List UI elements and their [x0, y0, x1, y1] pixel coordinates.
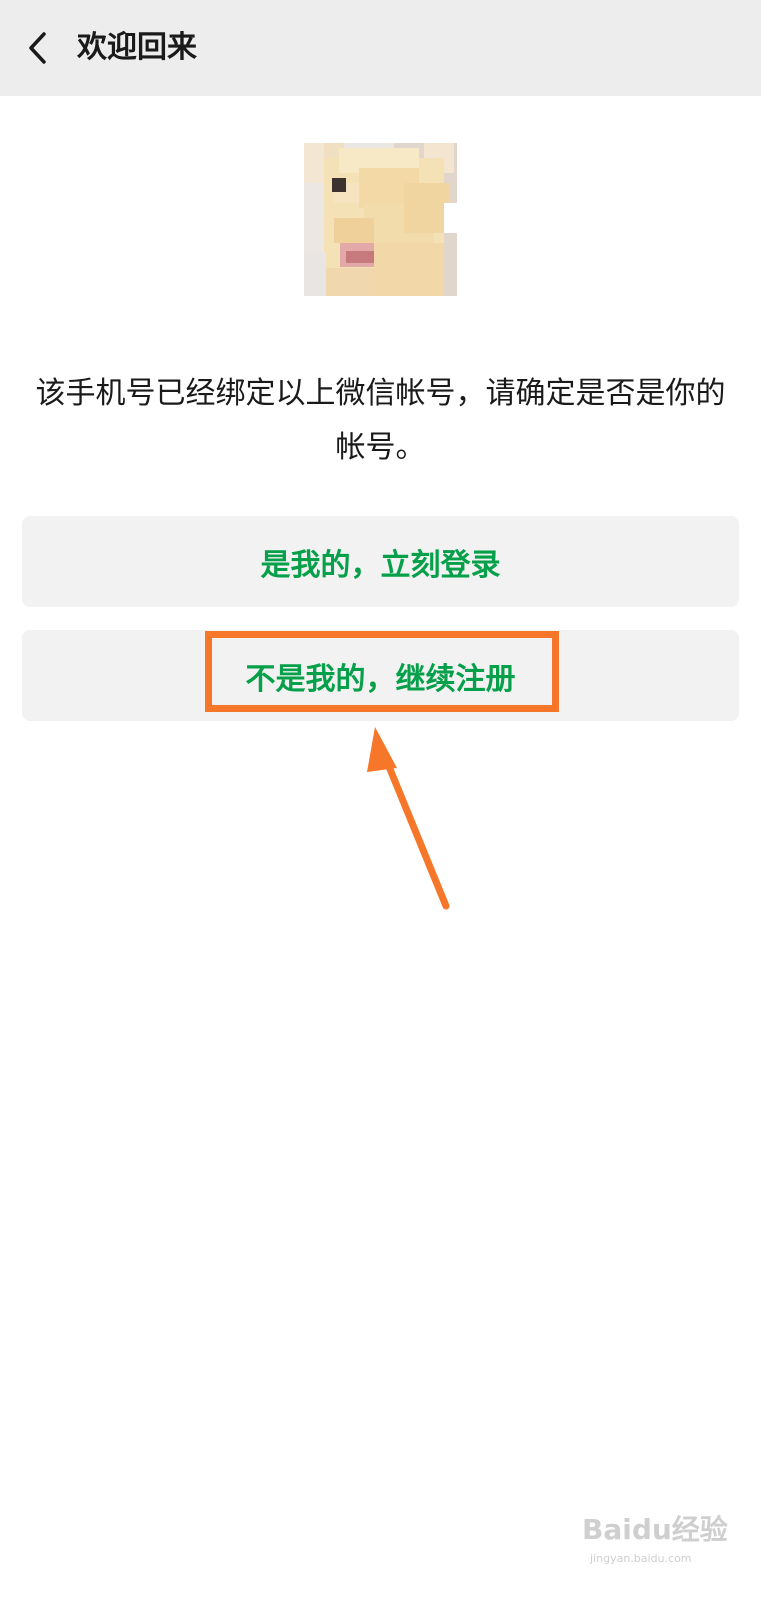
binding-message: 该手机号已经绑定以上微信帐号，请确定是否是你的帐号。 [35, 376, 726, 465]
top-bar: 欢迎回来 [0, 0, 761, 96]
page-title: 欢迎回来 [77, 30, 197, 65]
back-button[interactable] [16, 26, 60, 70]
login-button[interactable]: 是我的，立刻登录 [22, 516, 739, 607]
watermark-url: jingyan.baidu.com [590, 1552, 692, 1565]
chevron-left-icon [29, 32, 46, 64]
register-button[interactable]: 不是我的，继续注册 [22, 630, 739, 721]
watermark-logo: Baidu经验 [582, 1513, 728, 1546]
avatar [304, 143, 457, 296]
